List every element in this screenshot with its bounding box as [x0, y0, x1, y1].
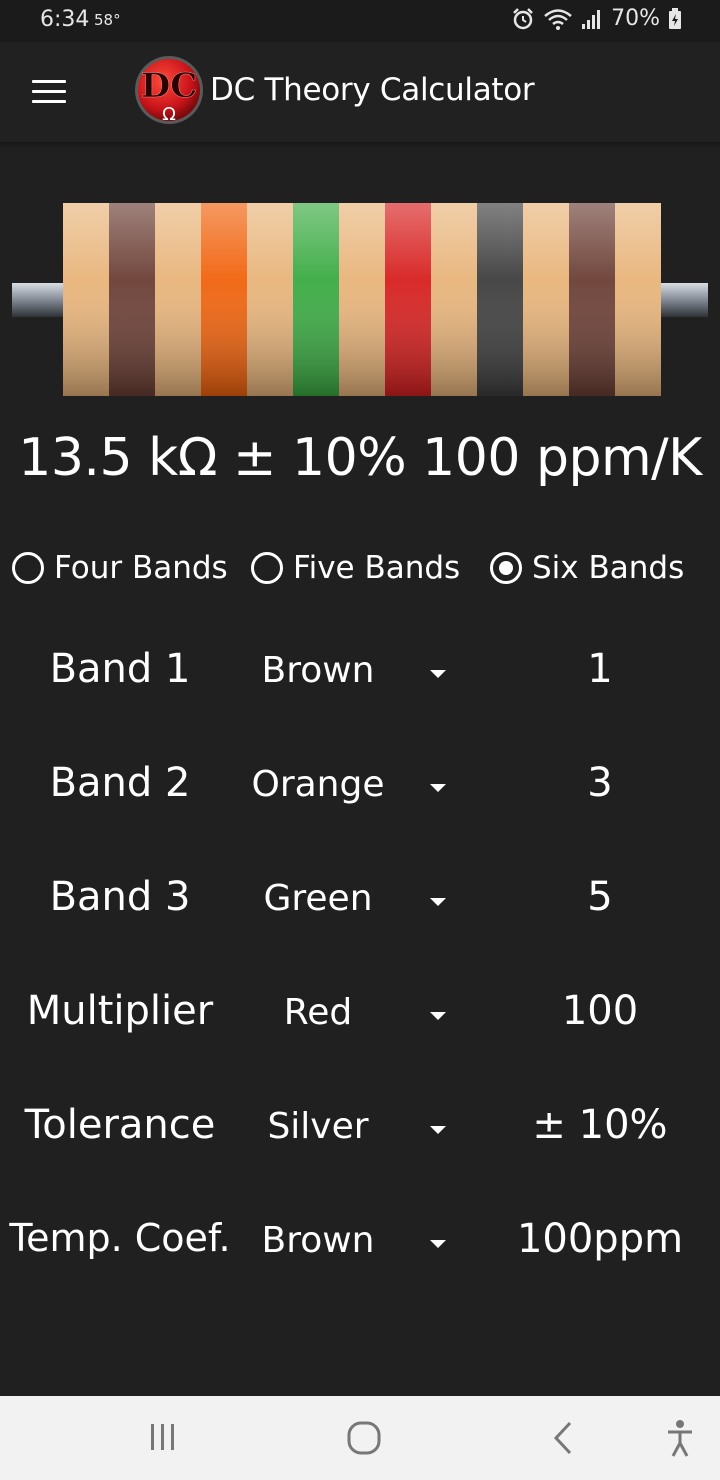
app-logo-icon: DC Ω: [135, 56, 203, 125]
status-time: 6:34: [40, 7, 90, 32]
row-value: ± 10%: [532, 1102, 668, 1148]
hamburger-menu-icon[interactable]: [32, 80, 66, 104]
dropdown-selected-text: Green: [263, 878, 373, 919]
dropdown-selected-text: Red: [283, 992, 353, 1033]
battery-percent: 70%: [611, 6, 660, 31]
row-value: 100ppm: [516, 1216, 684, 1262]
row-label: Multiplier: [26, 988, 214, 1034]
band-3-dropdown[interactable]: Green: [240, 874, 460, 954]
temp-coef-dropdown[interactable]: Brown: [240, 1216, 460, 1296]
battery-icon: [669, 7, 681, 29]
dropdown-selected-text: Brown: [261, 650, 375, 691]
row-band-3: Band 3 Green 5: [0, 874, 720, 954]
radio-circle[interactable]: [490, 552, 522, 584]
row-label: Band 2: [49, 760, 191, 806]
radio-circle[interactable]: [12, 552, 44, 584]
resistor-graphic: [12, 203, 708, 396]
band-1-dropdown[interactable]: Brown: [240, 646, 460, 726]
back-icon[interactable]: [534, 1416, 594, 1460]
dropdown-selected-text: Brown: [261, 1220, 375, 1261]
status-bar: 6:34 58° 70%: [0, 0, 720, 42]
radio-five-bands[interactable]: Five Bands: [251, 550, 460, 586]
dropdown-arrow-icon: [430, 784, 446, 792]
dropdown-arrow-icon: [430, 670, 446, 678]
home-icon[interactable]: [334, 1416, 394, 1460]
row-value: 100: [561, 988, 639, 1034]
dropdown-arrow-icon: [430, 1126, 446, 1134]
dropdown-arrow-icon: [430, 1012, 446, 1020]
resistor-shading: [63, 203, 661, 396]
system-nav-bar: [0, 1396, 720, 1480]
alarm-icon: [513, 7, 533, 29]
row-multiplier: Multiplier Red 100: [0, 988, 720, 1068]
resistor-lead-right: [660, 283, 708, 317]
dropdown-selected-text: Silver: [267, 1106, 369, 1147]
status-temperature: 58°: [94, 11, 121, 29]
dropdown-arrow-icon: [430, 1240, 446, 1248]
radio-circle[interactable]: [251, 552, 283, 584]
resistance-result: 13.5 kΩ ± 10% 100 ppm/K: [18, 428, 702, 488]
resistor-lead-left: [12, 283, 64, 317]
app-title: DC Theory Calculator: [210, 72, 535, 108]
row-value: 1: [587, 646, 613, 692]
app-bar: DC Ω DC Theory Calculator: [0, 42, 720, 142]
row-label: Band 1: [49, 646, 191, 692]
row-temp-coef: Temp. Coef. Brown 100ppm: [0, 1216, 720, 1296]
row-label: Band 3: [49, 874, 191, 920]
multiplier-dropdown[interactable]: Red: [240, 988, 460, 1068]
radio-label: Six Bands: [532, 550, 685, 586]
signal-icon: [582, 9, 601, 29]
radio-label: Five Bands: [293, 550, 461, 586]
dropdown-arrow-icon: [430, 898, 446, 906]
row-tolerance: Tolerance Silver ± 10%: [0, 1102, 720, 1182]
dropdown-selected-text: Orange: [251, 764, 385, 805]
svg-text:Ω: Ω: [162, 104, 176, 125]
svg-text:DC: DC: [141, 66, 198, 106]
accessibility-icon[interactable]: [650, 1416, 710, 1460]
radio-four-bands[interactable]: Four Bands: [12, 550, 228, 586]
row-band-2: Band 2 Orange 3: [0, 760, 720, 840]
tolerance-dropdown[interactable]: Silver: [240, 1102, 460, 1182]
band-count-options: Four Bands Five Bands Six Bands: [0, 550, 720, 600]
recent-apps-icon[interactable]: [132, 1416, 192, 1460]
band-2-dropdown[interactable]: Orange: [240, 760, 460, 840]
status-icons: 70%: [511, 6, 682, 31]
radio-six-bands[interactable]: Six Bands: [490, 550, 684, 586]
wifi-icon: [544, 8, 572, 30]
row-value: 5: [587, 874, 613, 920]
row-label: Temp. Coef.: [9, 1216, 231, 1260]
row-label: Tolerance: [24, 1102, 216, 1148]
row-value: 3: [587, 760, 613, 806]
row-band-1: Band 1 Brown 1: [0, 646, 720, 726]
radio-label: Four Bands: [54, 550, 228, 586]
